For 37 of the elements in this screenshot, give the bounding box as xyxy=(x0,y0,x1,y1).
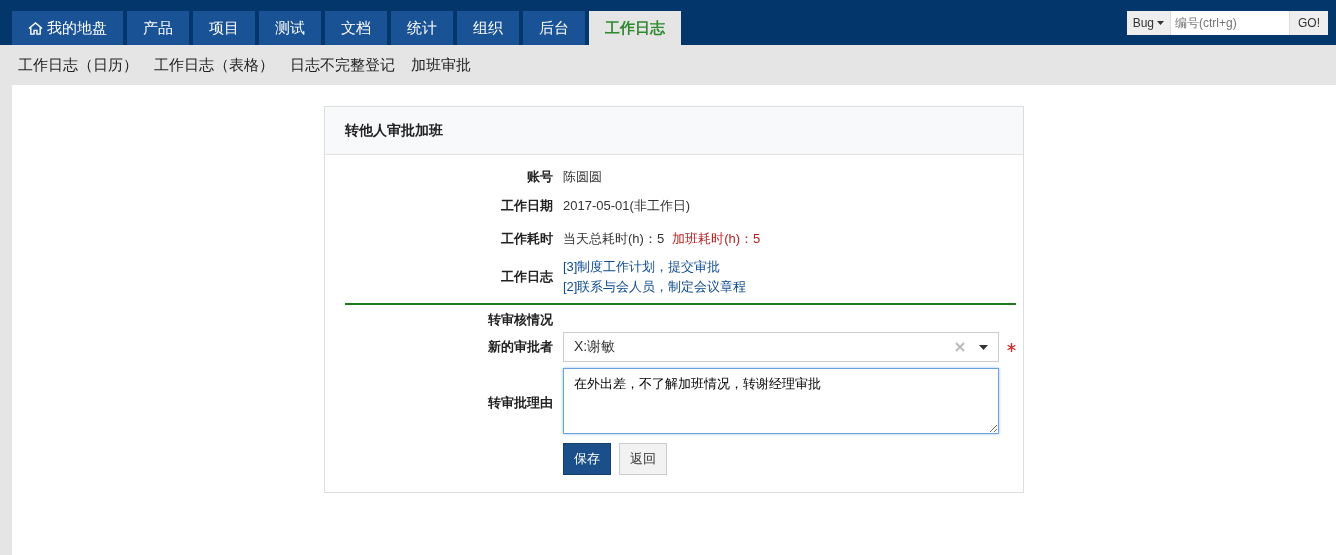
form-title: 转他人审批加班 xyxy=(345,121,443,140)
reason-field[interactable]: 在外出差，不了解加班情况，转谢经理审批 xyxy=(563,368,999,434)
nav-tab[interactable]: 后台 xyxy=(523,11,585,45)
work-log-link[interactable]: [2]联系与会人员，制定会议章程 xyxy=(563,278,1016,296)
field-label: 新的审批者 xyxy=(487,338,553,356)
caret-icon xyxy=(1157,20,1164,25)
subnav-link[interactable]: 工作日志（日历） xyxy=(18,55,138,75)
subnav-link[interactable]: 加班审批 xyxy=(411,55,471,75)
overtime-hours: 加班耗时(h)：5 xyxy=(672,231,761,246)
total-hours: 当天总耗时(h)：5 xyxy=(563,231,665,246)
nav-tab[interactable]: 我的地盘 xyxy=(12,11,123,45)
nav-tab[interactable]: 测试 xyxy=(259,11,321,45)
subnav-link[interactable]: 日志不完整登记 xyxy=(290,55,395,75)
go-button[interactable]: GO! xyxy=(1290,10,1328,35)
section-label: 转审核情况 xyxy=(487,311,553,329)
approver-select[interactable]: X:谢敏 xyxy=(563,332,999,362)
nav-tab[interactable]: 统计 xyxy=(391,11,453,45)
nav-tab[interactable]: 文档 xyxy=(325,11,387,45)
account-value: 陈圆圆 xyxy=(563,169,602,184)
date-value: 2017-05-01(非工作日) xyxy=(563,198,691,213)
search-field[interactable]: 编号(ctrl+g) xyxy=(1170,10,1290,35)
save-button[interactable]: 保存 xyxy=(563,443,611,475)
caret-icon xyxy=(979,344,988,350)
home-icon xyxy=(28,20,43,36)
work-log-link[interactable]: [3]制度工作计划，提交审批 xyxy=(563,258,1016,276)
field-label: 工作耗时 xyxy=(500,230,553,248)
nav-tab[interactable]: 项目 xyxy=(193,11,255,45)
nav-tab[interactable]: 产品 xyxy=(127,11,189,45)
field-label: 工作日期 xyxy=(500,197,553,215)
subnav-link[interactable]: 工作日志（表格） xyxy=(154,55,274,75)
nav-tab[interactable]: 组织 xyxy=(457,11,519,45)
clear-icon[interactable] xyxy=(955,342,965,352)
field-label: 工作日志 xyxy=(500,268,553,286)
back-button[interactable]: 返回 xyxy=(619,443,667,475)
field-label: 转审批理由 xyxy=(487,393,553,412)
field-label: 账号 xyxy=(526,168,553,186)
type-dropdown[interactable]: Bug xyxy=(1126,10,1170,35)
